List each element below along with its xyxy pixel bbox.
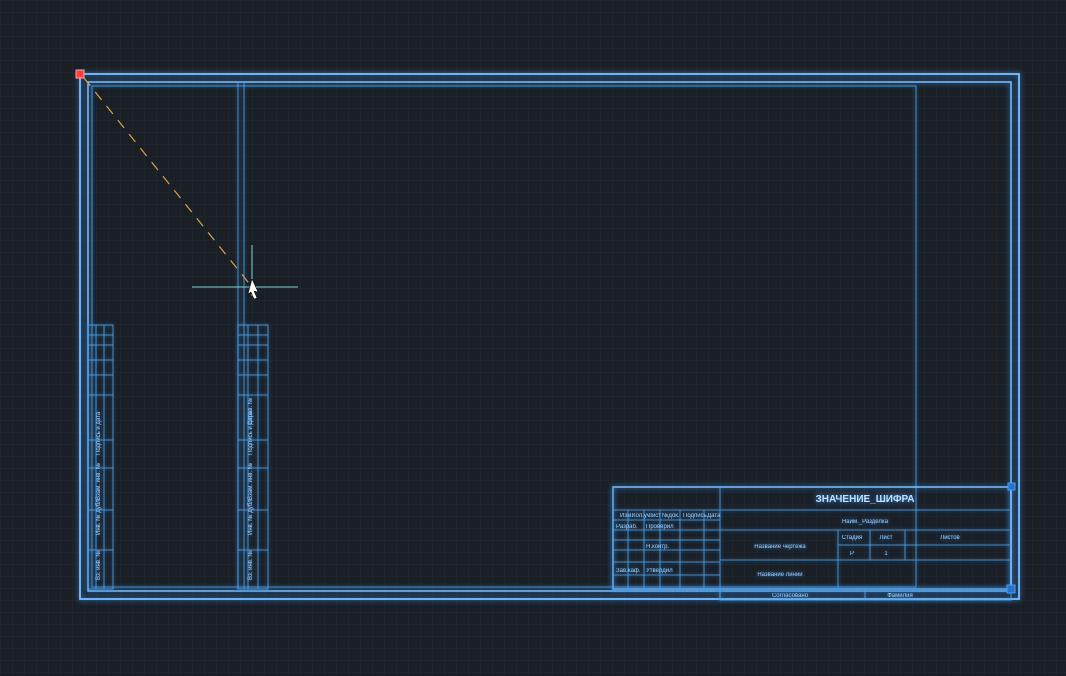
titleblock-stage-label: Стадия — [842, 535, 862, 541]
grip[interactable] — [1007, 585, 1015, 593]
tb-col: Подпись — [683, 513, 707, 519]
titleblock-sheet-value: 1 — [884, 551, 888, 557]
modelspace[interactable]: Вз. инв. № Инв. № дубл. Взам. инв. № Под… — [0, 0, 1066, 676]
grip[interactable] — [1008, 483, 1015, 490]
rubber-band-line — [84, 78, 252, 287]
left-stamp-label: Подпись и дата — [96, 411, 102, 455]
crosshair-cursor — [192, 245, 298, 299]
tb-col: Лист — [648, 513, 661, 519]
drawing-inner-frame[interactable] — [88, 82, 1011, 591]
titleblock-stage-value: Р — [850, 551, 854, 557]
tb-row: Разраб. — [616, 524, 638, 530]
tb-footer: Согласовано — [772, 593, 809, 599]
tb-row: Проверил — [646, 524, 674, 530]
left-stamp-label: Инв. № дубл. — [247, 498, 254, 535]
titleblock-name: Название чертежа — [754, 544, 806, 550]
left-stamp-label: Вз. инв. № — [247, 550, 254, 580]
grip-hovered[interactable] — [76, 70, 84, 78]
titleblock-line: Название линии — [757, 572, 802, 578]
left-stamp-label: Справ. № — [247, 398, 254, 425]
tb-row: Зав.каф. — [616, 568, 641, 574]
tb-row: Н.контр. — [646, 544, 669, 550]
tb-footer: Фамилия — [887, 593, 912, 599]
tb-col: Дата — [707, 513, 721, 519]
tb-row: Утвердил — [646, 568, 673, 574]
cursor-arrow-icon — [248, 279, 258, 299]
left-stamp-label: Инв. № дубл. — [95, 498, 102, 535]
left-stamp-label: Взам. инв. № — [95, 463, 102, 500]
secondary-frame-copy[interactable]: Вз. инв. № Инв. № дубл. Взам. инв. № Под… — [238, 82, 268, 589]
tb-col: №док. — [662, 512, 680, 519]
titleblock[interactable]: ЗНАЧЕНИЕ_ШИФРА Наим._Разделка Название ч… — [613, 487, 1011, 600]
titleblock-code: ЗНАЧЕНИЕ_ШИФРА — [815, 494, 914, 505]
left-stamp-label: Взам. инв. № — [247, 463, 254, 500]
titleblock-subtitle: Наим._Разделка — [842, 519, 889, 525]
drawing-thin-frame[interactable] — [92, 86, 916, 587]
titleblock-sheets-label: Листов — [940, 535, 960, 541]
titleblock-sheet-label: Лист — [879, 535, 892, 541]
left-stamp-label: Вз. инв. № — [95, 550, 102, 580]
